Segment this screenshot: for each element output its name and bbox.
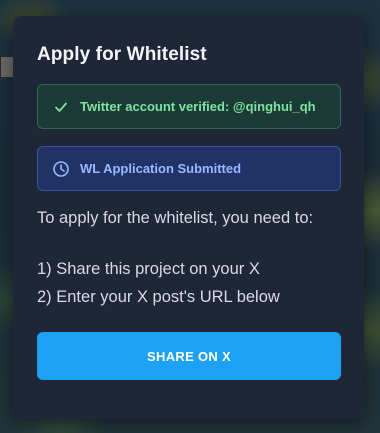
check-icon [52, 98, 70, 116]
twitter-verified-banner: Twitter account verified: @qinghui_qh [37, 84, 341, 129]
dialog-title: Apply for Whitelist [37, 44, 207, 65]
instruction-step: 1) Share this project on your X [37, 259, 260, 278]
whitelist-dialog: Apply for Whitelist Twitter account veri… [13, 16, 364, 419]
submitted-banner-text: WL Application Submitted [80, 161, 242, 176]
verified-banner-text: Twitter account verified: @qinghui_qh [80, 99, 316, 114]
share-on-x-button[interactable]: SHARE ON X [37, 332, 341, 380]
instructions-intro: To apply for the whitelist, you need to: [37, 209, 314, 227]
application-submitted-banner: WL Application Submitted [37, 146, 341, 191]
instruction-step: 2) Enter your X post's URL below [37, 288, 280, 306]
clock-icon [52, 160, 70, 178]
instructions: To apply for the whitelist, you need to:… [37, 210, 313, 318]
map-tile [0, 56, 14, 78]
